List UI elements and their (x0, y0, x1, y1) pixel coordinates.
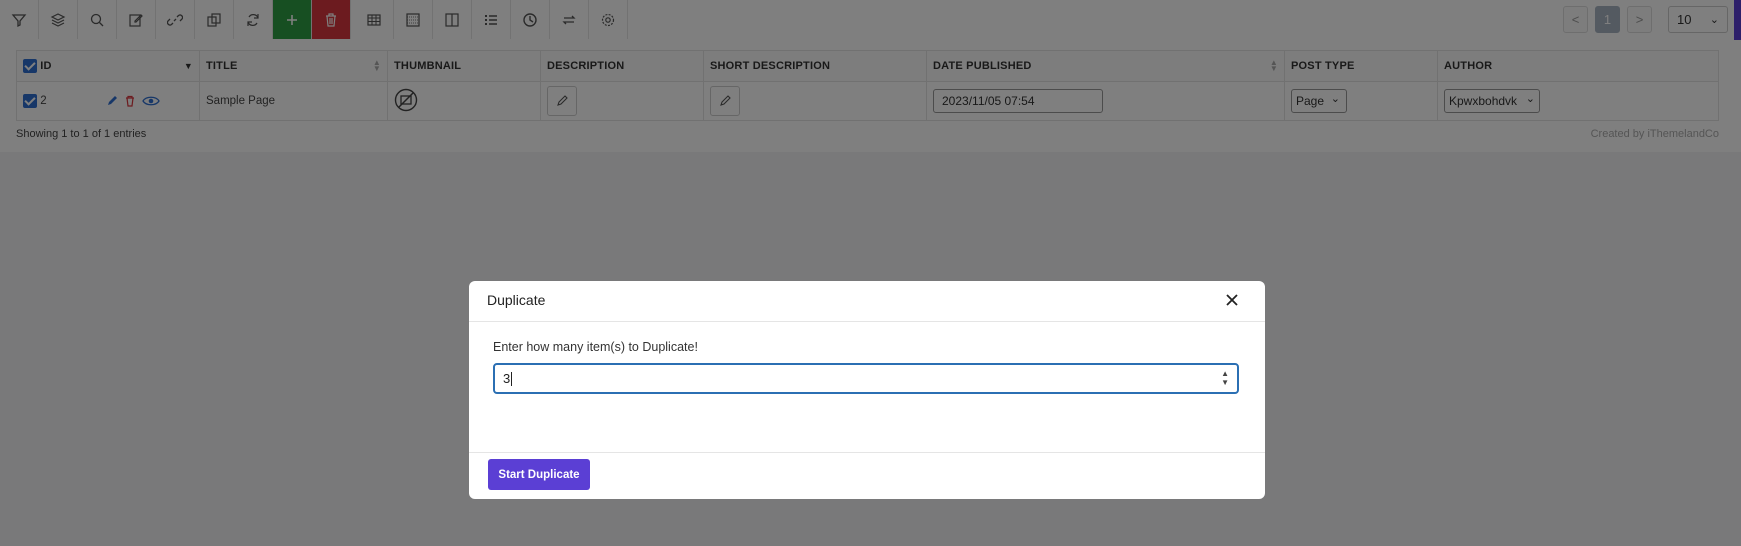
modal-body: Enter how many item(s) to Duplicate! 3 ▲… (469, 322, 1265, 453)
modal-title: Duplicate (487, 292, 546, 308)
number-stepper[interactable]: ▲ ▼ (1221, 369, 1229, 387)
text-cursor (511, 371, 513, 386)
duplicate-modal: Duplicate Enter how many item(s) to Dupl… (469, 281, 1265, 499)
modal-header: Duplicate (469, 281, 1265, 322)
close-icon[interactable] (1225, 293, 1239, 307)
duplicate-count-label: Enter how many item(s) to Duplicate! (493, 340, 698, 354)
duplicate-count-input[interactable]: 3 ▲ ▼ (493, 363, 1239, 394)
start-duplicate-button[interactable]: Start Duplicate (488, 459, 590, 490)
duplicate-count-value: 3 (503, 371, 511, 386)
